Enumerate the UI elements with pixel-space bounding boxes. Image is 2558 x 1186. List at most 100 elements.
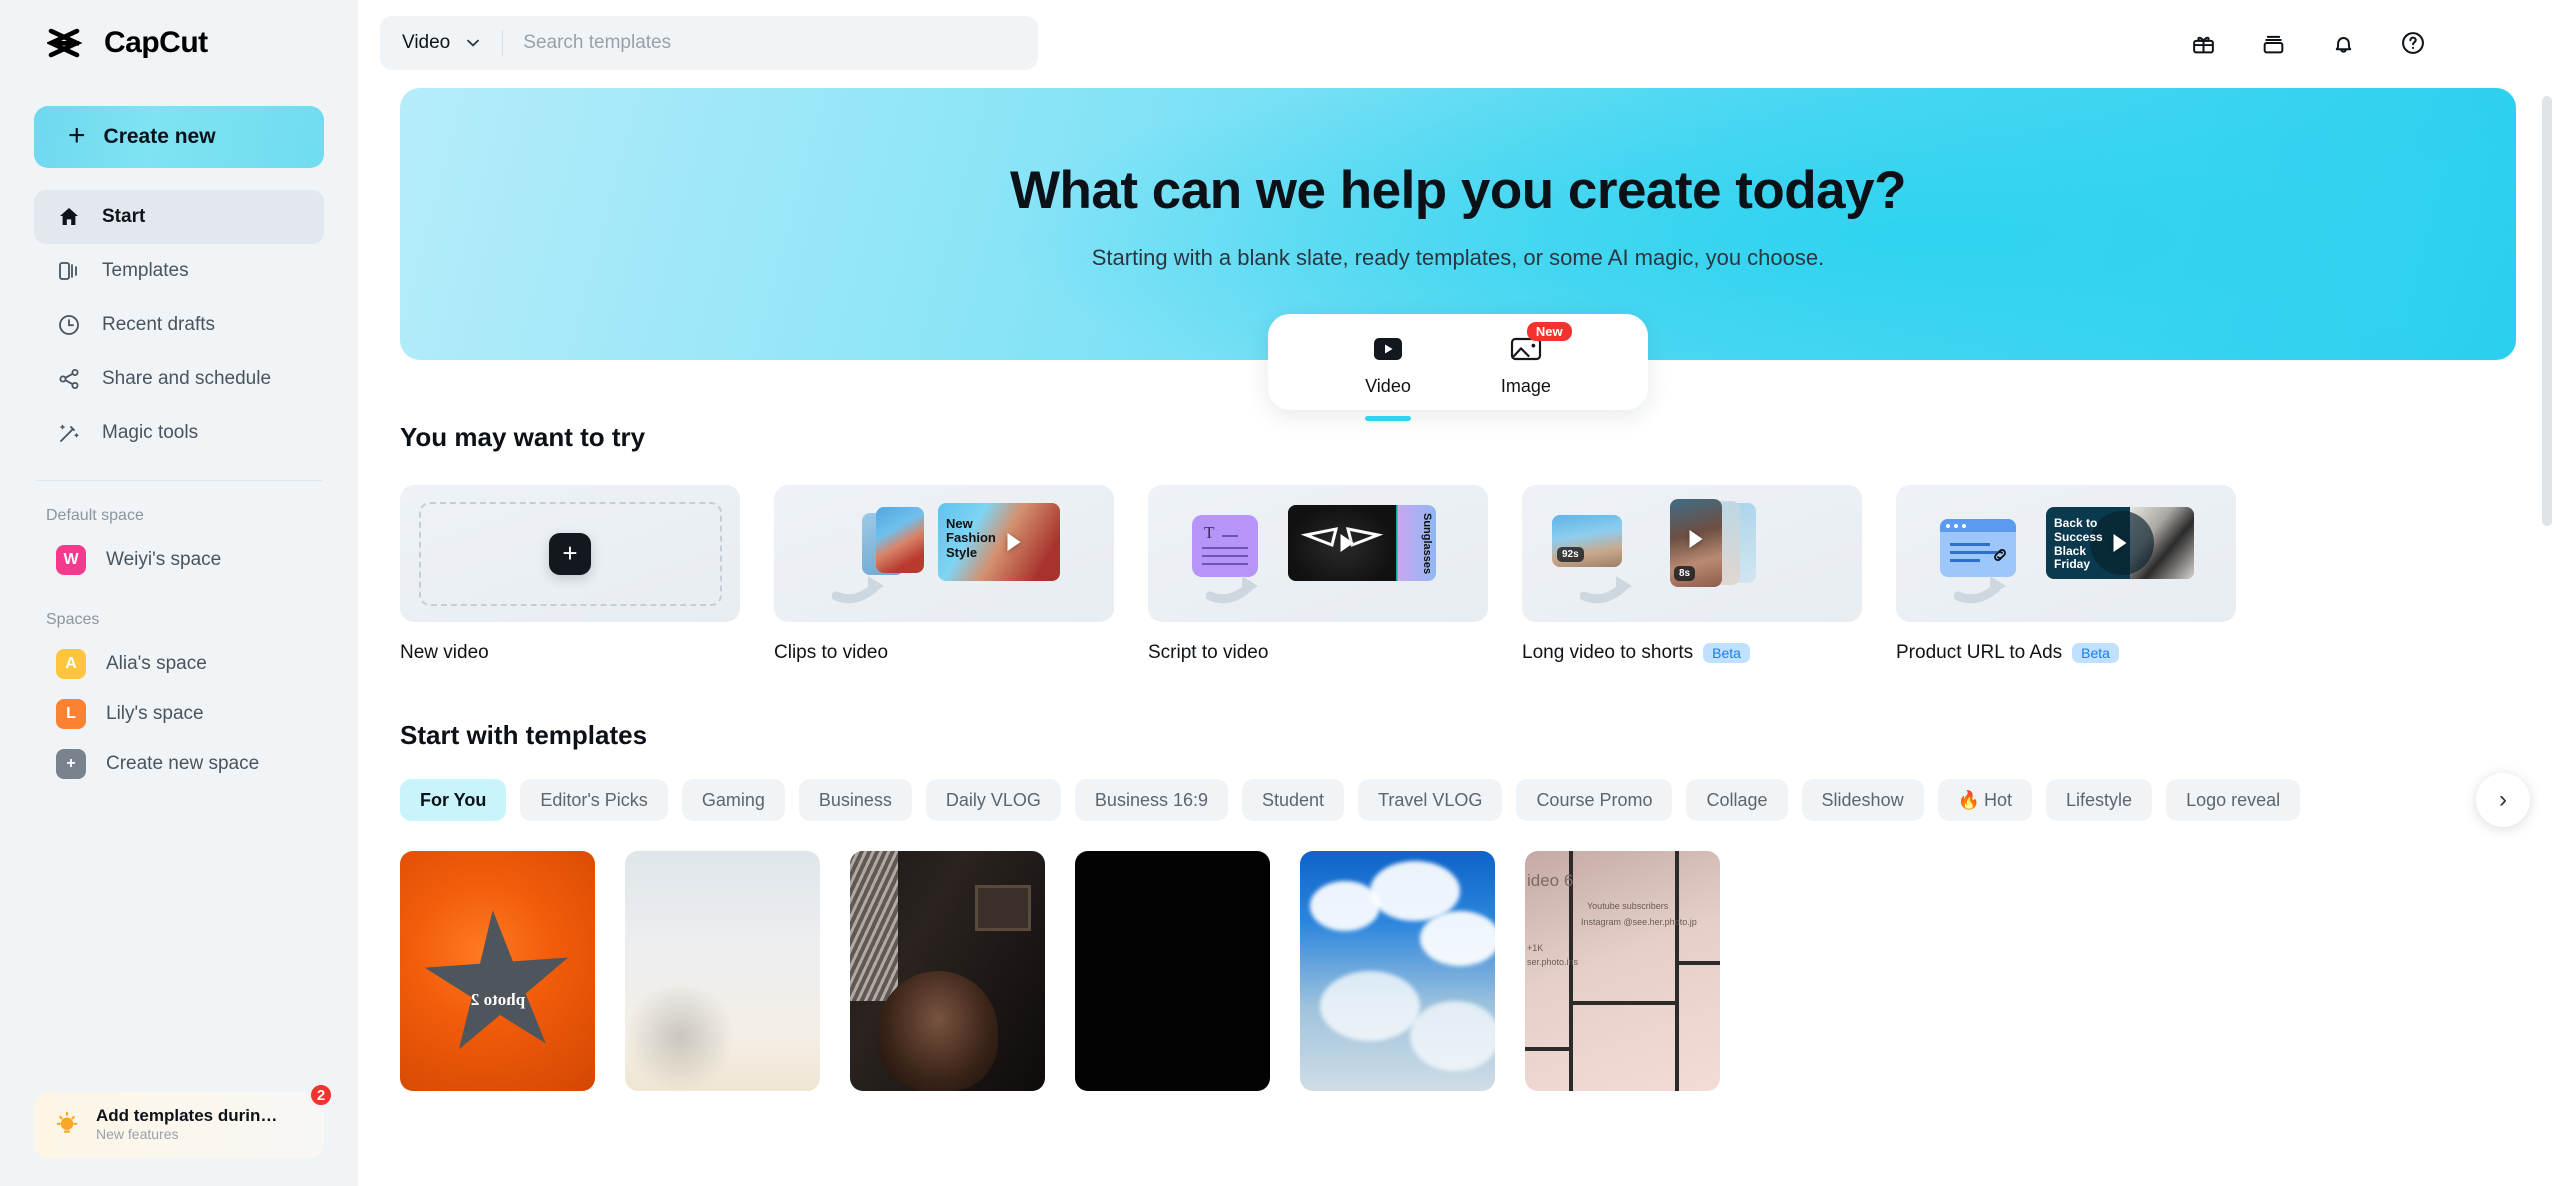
sidebar-space-lily[interactable]: L Lily's space [34, 689, 324, 739]
template-thumbnail[interactable] [625, 851, 820, 1091]
arrow-icon [832, 576, 884, 604]
space-label: Lily's space [106, 703, 204, 724]
chip-editors-picks[interactable]: Editor's Picks [520, 779, 668, 821]
card-label: Product URL to Ads Beta [1896, 642, 2236, 664]
new-badge: New [1526, 321, 1572, 341]
sidebar-item-templates[interactable]: Templates [34, 244, 324, 298]
plus-icon: + [68, 118, 86, 152]
chip-student[interactable]: Student [1242, 779, 1345, 821]
clips-to-video-thumb: New Fashion Style [774, 485, 1114, 622]
card-clips-to-video[interactable]: New Fashion Style Clips to video [774, 485, 1114, 664]
inbox-icon[interactable] [2256, 26, 2290, 60]
search-type-selector[interactable]: Video [402, 32, 450, 54]
chip-lifestyle[interactable]: Lifestyle [2046, 779, 2153, 821]
gift-icon[interactable] [2186, 26, 2220, 60]
home-icon [56, 204, 82, 230]
sidebar-create-new-space[interactable]: + Create new space [34, 739, 324, 789]
sidebar-item-start[interactable]: Start [34, 190, 324, 244]
chip-slideshow[interactable]: Slideshow [1801, 779, 1924, 821]
template-caption: photo 2 [470, 989, 525, 1009]
promo-subtitle: New features [96, 1126, 179, 1143]
space-label: Create new space [106, 753, 260, 774]
chip-course-promo[interactable]: Course Promo [1516, 779, 1673, 821]
card-label-text: Clips to video [774, 642, 889, 663]
chip-logo-reveal[interactable]: Logo reveal [2166, 779, 2301, 821]
card-long-video-to-shorts[interactable]: 92s 8s Long video to shorts Beta [1522, 485, 1862, 664]
hero-subtitle: Starting with a blank slate, ready templ… [1091, 245, 1825, 270]
card-product-url-to-ads[interactable]: Back to Success Black Friday Product URL to… [1896, 485, 2236, 664]
tab-video[interactable]: Video [1365, 334, 1411, 397]
status-badge: Beta [2072, 643, 2119, 663]
card-new-video[interactable]: + New video [400, 485, 740, 664]
templates-section: Start with templates For You Editor's Pi… [400, 720, 2530, 1091]
chevron-down-icon[interactable] [464, 34, 482, 52]
search-input[interactable] [523, 32, 1016, 54]
category-chips: For You Editor's Picks Gaming Business D… [400, 773, 2530, 827]
brand[interactable]: CapCut [24, 0, 334, 86]
star-shape [417, 905, 577, 1065]
create-new-button[interactable]: + Create new [34, 106, 324, 168]
sidebar-item-label: Magic tools [102, 422, 199, 443]
sidebar-item-label: Templates [102, 260, 189, 281]
plus-icon: + [549, 532, 591, 575]
card-script-to-video[interactable]: T Sunglasses Script to video [1148, 485, 1488, 664]
chip-hot[interactable]: 🔥 Hot [1937, 779, 2033, 821]
chip-business[interactable]: Business [798, 779, 912, 821]
try-section: You may want to try + New video New Fash… [400, 422, 2516, 664]
sidebar-item-share-and-schedule[interactable]: Share and schedule [34, 352, 324, 406]
template-thumbnail[interactable] [1300, 851, 1495, 1091]
arrow-icon [1954, 576, 2006, 604]
arrow-icon [1580, 576, 1632, 604]
promo-card[interactable]: Add templates durin… New features 2 [34, 1082, 334, 1158]
template-thumbnail[interactable] [850, 851, 1045, 1091]
card-label-text: Script to video [1148, 642, 1269, 663]
sidebar-item-recent-drafts[interactable]: Recent drafts [34, 298, 324, 352]
card-label-text: New video [400, 642, 489, 663]
arrow-icon [1206, 576, 1258, 604]
chip-business-16-9[interactable]: Business 16:9 [1074, 779, 1228, 821]
chip-daily-vlog[interactable]: Daily VLOG [925, 779, 1061, 821]
tab-label: Video [1365, 375, 1411, 396]
duration-badge-long: 92s [1557, 547, 1584, 562]
sidebar-space-weiyi[interactable]: W Weiyi's space [34, 535, 324, 585]
chevron-right-icon[interactable]: › [2476, 773, 2530, 827]
tab-label: Image [1500, 375, 1551, 396]
sidebar-space-alia[interactable]: A Alia's space [34, 639, 324, 689]
sidebar: CapCut + Create new Start Templates Rece… [0, 0, 358, 1186]
plus-icon: + [56, 749, 86, 779]
chip-travel-vlog[interactable]: Travel VLOG [1358, 779, 1503, 821]
template-thumbnail[interactable]: photo 2 [400, 851, 595, 1091]
space-avatar: A [56, 649, 86, 679]
avatar[interactable] [2476, 21, 2520, 65]
card-label: Clips to video [774, 642, 1114, 664]
chip-collage[interactable]: Collage [1686, 779, 1788, 821]
chip-gaming[interactable]: Gaming [681, 779, 785, 821]
topbar: Video [358, 0, 2558, 86]
templates-grid: photo 2 ideo 6 Youtube subscribers Insta… [400, 851, 2516, 1091]
spaces-label: Spaces [46, 611, 100, 628]
card-label: Script to video [1148, 642, 1488, 664]
sidebar-nav: Start Templates Recent drafts Share and … [24, 190, 334, 460]
sidebar-item-magic-tools[interactable]: Magic tools [34, 406, 324, 460]
capcut-app: CapCut + Create new Start Templates Rece… [0, 0, 2558, 1186]
share-icon [56, 366, 82, 392]
promo-title: Add templates durin… [96, 1105, 278, 1125]
template-thumbnail[interactable]: ideo 6 Youtube subscribers Instagram @se… [1525, 851, 1720, 1091]
bell-icon[interactable] [2326, 26, 2360, 60]
search-box[interactable]: Video [380, 16, 1038, 70]
scrollbar-thumb[interactable] [2542, 96, 2552, 526]
fire-icon: 🔥 [1957, 789, 1980, 810]
top-actions [2186, 21, 2520, 65]
brand-name: CapCut [104, 26, 208, 59]
duration-badge-short: 8s [1674, 566, 1696, 581]
card-label-text: Long video to shorts [1522, 642, 1694, 663]
template-caption: ideo 6 [1527, 871, 1574, 890]
chip-for-you[interactable]: For You [400, 779, 507, 821]
try-cards-row: + New video New Fashion Style Clips to v… [400, 485, 2516, 664]
space-label: Alia's space [106, 653, 207, 674]
help-circle-icon[interactable] [2396, 26, 2430, 60]
section-title: Start with templates [400, 720, 648, 750]
magic-wand-icon [56, 420, 82, 446]
template-thumbnail[interactable] [1075, 851, 1270, 1091]
tab-image[interactable]: New Image [1500, 321, 1572, 397]
